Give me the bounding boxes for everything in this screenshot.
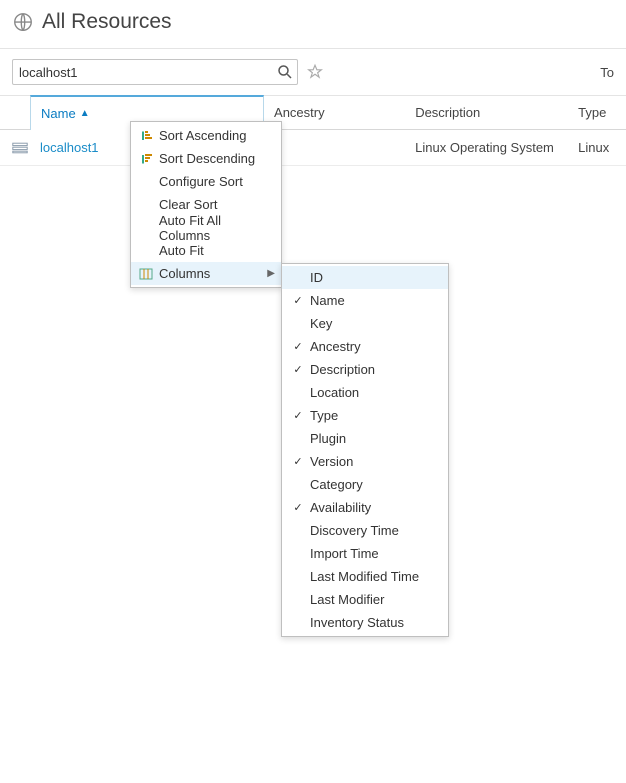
column-toggle-id[interactable]: ID bbox=[282, 266, 448, 289]
column-toggle-label: Category bbox=[310, 477, 363, 492]
column-header-ancestry-label: Ancestry bbox=[274, 105, 325, 120]
column-toggle-label: Location bbox=[310, 385, 359, 400]
column-header-name-label: Name bbox=[41, 106, 76, 121]
column-toggle-name[interactable]: ✓ Name bbox=[282, 289, 448, 312]
check-icon: ✓ bbox=[290, 501, 306, 514]
column-toggle-last-modifier[interactable]: Last Modifier bbox=[282, 588, 448, 611]
blank-icon bbox=[137, 174, 155, 190]
column-toggle-plugin[interactable]: Plugin bbox=[282, 427, 448, 450]
column-toggle-label: ID bbox=[310, 270, 323, 285]
columns-submenu: ID ✓ Name Key ✓ Ancestry ✓ Description Location ✓… bbox=[281, 263, 449, 637]
column-toggle-availability[interactable]: ✓ Availability bbox=[282, 496, 448, 519]
toolbar: To bbox=[0, 48, 626, 96]
menu-item-label: Columns bbox=[159, 266, 210, 281]
cell-type: Linux bbox=[568, 140, 626, 155]
column-toggle-ancestry[interactable]: ✓ Ancestry bbox=[282, 335, 448, 358]
check-icon: ✓ bbox=[290, 455, 306, 468]
menu-item-configure-sort[interactable]: Configure Sort bbox=[131, 170, 281, 193]
column-header-type[interactable]: Type bbox=[568, 96, 626, 129]
menu-item-sort-descending[interactable]: Sort Descending bbox=[131, 147, 281, 170]
menu-item-auto-fit-all-columns[interactable]: Auto Fit All Columns bbox=[131, 216, 281, 239]
menu-item-label: Configure Sort bbox=[159, 174, 243, 189]
resource-link[interactable]: localhost1 bbox=[40, 140, 99, 155]
blank-icon bbox=[137, 243, 155, 259]
favorite-star-icon[interactable] bbox=[306, 63, 324, 81]
menu-item-label: Clear Sort bbox=[159, 197, 218, 212]
column-toggle-version[interactable]: ✓ Version bbox=[282, 450, 448, 473]
column-toggle-key[interactable]: Key bbox=[282, 312, 448, 335]
blank-icon bbox=[137, 197, 155, 213]
search-input[interactable] bbox=[12, 59, 298, 85]
search-icon[interactable] bbox=[276, 63, 294, 81]
toolbar-right-text: To bbox=[600, 65, 614, 80]
column-header-type-label: Type bbox=[578, 105, 606, 120]
column-toggle-label: Discovery Time bbox=[310, 523, 399, 538]
column-toggle-location[interactable]: Location bbox=[282, 381, 448, 404]
check-icon: ✓ bbox=[290, 294, 306, 307]
table-header-row: Name ▲ Ancestry Description Type bbox=[0, 96, 626, 130]
menu-item-label: Sort Descending bbox=[159, 151, 255, 166]
column-toggle-discovery-time[interactable]: Discovery Time bbox=[282, 519, 448, 542]
column-toggle-label: Ancestry bbox=[310, 339, 361, 354]
search-box bbox=[12, 59, 298, 85]
column-toggle-description[interactable]: ✓ Description bbox=[282, 358, 448, 381]
blank-icon bbox=[137, 220, 155, 236]
column-toggle-label: Description bbox=[310, 362, 375, 377]
sort-asc-caret-icon: ▲ bbox=[80, 108, 90, 119]
column-header-description[interactable]: Description bbox=[405, 96, 568, 129]
column-toggle-label: Import Time bbox=[310, 546, 379, 561]
globe-icon bbox=[12, 11, 34, 33]
column-toggle-label: Availability bbox=[310, 500, 371, 515]
submenu-arrow-icon: ▶ bbox=[267, 268, 275, 279]
page-title: All Resources bbox=[42, 10, 172, 34]
table-row[interactable]: localhost1 Linux Operating System Linux bbox=[0, 130, 626, 166]
menu-item-label: Auto Fit All Columns bbox=[159, 213, 275, 243]
column-toggle-label: Name bbox=[310, 293, 345, 308]
check-icon: ✓ bbox=[290, 340, 306, 353]
columns-icon bbox=[137, 266, 155, 282]
column-toggle-last-modified-time[interactable]: Last Modified Time bbox=[282, 565, 448, 588]
menu-item-label: Sort Ascending bbox=[159, 128, 246, 143]
menu-item-columns[interactable]: Columns ▶ bbox=[131, 262, 281, 285]
column-toggle-type[interactable]: ✓ Type bbox=[282, 404, 448, 427]
column-toggle-label: Key bbox=[310, 316, 332, 331]
menu-item-sort-ascending[interactable]: Sort Ascending bbox=[131, 124, 281, 147]
column-toggle-import-time[interactable]: Import Time bbox=[282, 542, 448, 565]
sort-desc-icon bbox=[137, 151, 155, 167]
column-toggle-label: Type bbox=[310, 408, 338, 423]
column-toggle-label: Inventory Status bbox=[310, 615, 404, 630]
column-toggle-label: Last Modified Time bbox=[310, 569, 419, 584]
column-toggle-label: Plugin bbox=[310, 431, 346, 446]
cell-description: Linux Operating System bbox=[405, 140, 568, 155]
column-toggle-label: Version bbox=[310, 454, 353, 469]
column-toggle-category[interactable]: Category bbox=[282, 473, 448, 496]
column-context-menu: Sort Ascending Sort Descending Configure S… bbox=[130, 121, 282, 288]
column-toggle-inventory-status[interactable]: Inventory Status bbox=[282, 611, 448, 634]
column-header-description-label: Description bbox=[415, 105, 480, 120]
column-header-ancestry[interactable]: Ancestry bbox=[264, 96, 405, 129]
check-icon: ✓ bbox=[290, 363, 306, 376]
sort-asc-icon bbox=[137, 128, 155, 144]
resource-icon bbox=[12, 142, 28, 154]
column-toggle-label: Last Modifier bbox=[310, 592, 384, 607]
page-header: All Resources bbox=[0, 0, 626, 48]
check-icon: ✓ bbox=[290, 409, 306, 422]
menu-item-label: Auto Fit bbox=[159, 243, 204, 258]
